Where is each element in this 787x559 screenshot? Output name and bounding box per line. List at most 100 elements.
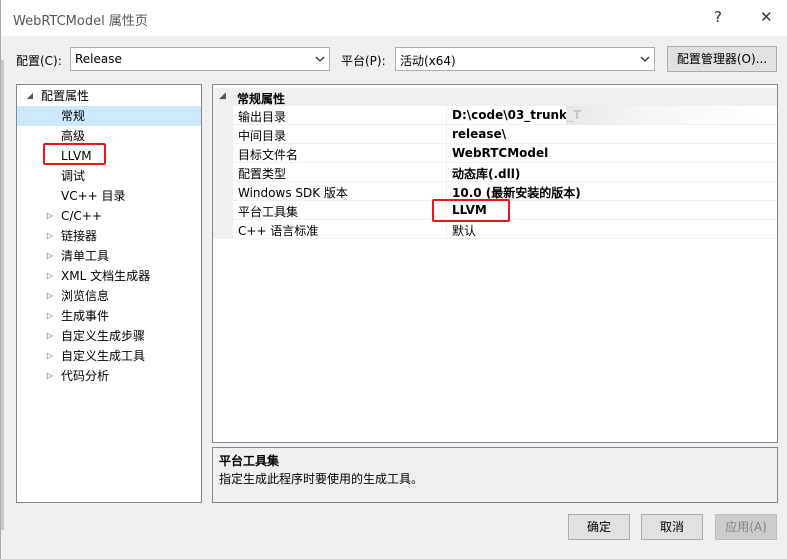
chevron-down-icon [315,56,325,62]
redacted-path [566,106,766,125]
property-value[interactable]: 动态库(.dll) [452,165,520,182]
property-name: Windows SDK 版本 [238,186,348,200]
tree-item-label: 常规 [61,109,86,123]
property-row[interactable]: 输出目录 D:\code\03_trunk_T [213,106,777,125]
tree-item-label: 链接器 [61,229,98,243]
tree-item-label: LLVM [61,149,92,163]
property-value[interactable]: release\ [452,127,506,141]
collapse-icon[interactable]: ◢ [25,86,35,106]
tree-item[interactable]: ▷ 自定义生成工具 [17,346,201,366]
property-row[interactable]: 配置类型 动态库(.dll) [213,163,777,182]
tree-item[interactable]: ▷ 自定义生成步骤 [17,326,201,346]
property-name: 中间目录 [238,129,287,143]
property-name: 输出目录 [238,110,287,124]
platform-select[interactable]: 活动(x64) [395,47,655,71]
tree-item-label: XML 文档生成器 [61,269,151,283]
expand-icon[interactable]: ▷ [45,366,55,386]
property-row[interactable]: 目标文件名 WebRTCModel [213,144,777,163]
expand-icon[interactable]: ▷ [45,286,55,306]
tree-item[interactable]: 常规 [17,106,201,126]
tree-item-label: VC++ 目录 [61,189,126,203]
title-bar: WebRTCModel 属性页 ? ✕ [1,0,787,36]
tree-item-label: 调试 [61,169,86,183]
property-row[interactable]: 中间目录 release\ [213,125,777,144]
close-button[interactable]: ✕ [760,8,773,26]
tree-item[interactable]: ▷ 浏览信息 [17,286,201,306]
tree-item[interactable]: ▷ 清单工具 [17,246,201,266]
property-value[interactable]: 10.0 (最新安装的版本) [452,184,581,201]
description-text: 指定生成此程序时要使用的生成工具。 [219,472,424,486]
help-button[interactable]: ? [714,8,722,26]
expand-icon[interactable]: ▷ [45,306,55,326]
tree-item[interactable]: ▷ C/C++ [17,206,201,226]
property-name: 目标文件名 [238,148,299,162]
ok-button[interactable]: 确定 [568,514,630,540]
column-divider[interactable] [446,220,447,239]
expand-icon[interactable]: ▷ [45,226,55,246]
description-pane: 平台工具集 指定生成此程序时要使用的生成工具。 [212,447,778,503]
column-divider[interactable] [446,125,447,144]
platform-select-value: 活动(x64) [400,54,456,68]
expand-icon[interactable]: ▷ [45,206,55,226]
column-divider[interactable] [446,201,447,220]
property-row[interactable]: 平台工具集 LLVM [213,201,777,220]
apply-button[interactable]: 应用(A) [715,514,777,540]
config-manager-button[interactable]: 配置管理器(O)... [667,46,777,72]
window-title: WebRTCModel 属性页 [13,14,148,29]
property-pages-dialog: WebRTCModel 属性页 ? ✕ 配置(C): Release 平台(P)… [0,0,787,559]
row-gutter [213,163,233,182]
tree-item[interactable]: VC++ 目录 [17,186,201,206]
row-gutter [213,144,233,163]
column-divider[interactable] [446,182,447,201]
cancel-button[interactable]: 取消 [641,514,703,540]
description-title: 平台工具集 [219,454,280,468]
property-row[interactable]: Windows SDK 版本 10.0 (最新安装的版本) [213,182,777,201]
property-value[interactable]: LLVM [452,203,487,217]
window-edge [1,60,4,530]
row-gutter [213,125,233,144]
tree-item-label: 浏览信息 [61,289,110,303]
platform-label: 平台(P): [341,54,386,68]
tree-item-label: C/C++ [61,209,102,223]
config-select[interactable]: Release [70,47,330,71]
config-select-value: Release [75,52,122,66]
property-value[interactable]: 默认 [452,222,476,239]
tree-root-label: 配置属性 [41,89,90,103]
property-value[interactable]: WebRTCModel [452,146,548,160]
property-name: 配置类型 [238,167,287,181]
tree-item-label: 自定义生成步骤 [61,329,146,343]
expand-icon[interactable]: ▷ [45,326,55,346]
tree-item[interactable]: 调试 [17,166,201,186]
row-gutter [213,182,233,201]
tree-item[interactable]: LLVM [17,146,201,166]
tree-item[interactable]: 高级 [17,126,201,146]
column-divider[interactable] [446,144,447,163]
tree-item[interactable]: ▷ 生成事件 [17,306,201,326]
expand-icon[interactable]: ▷ [45,346,55,366]
category-header[interactable]: ◢ 常规属性 [213,88,777,106]
property-name: C++ 语言标准 [238,224,319,238]
property-value[interactable]: D:\code\03_trunk_T [452,108,581,122]
category-title: 常规属性 [237,92,286,106]
property-row[interactable]: C++ 语言标准 默认 [213,220,777,239]
property-grid[interactable]: ◢ 常规属性 输出目录 D:\code\03_trunk_T 中间目录 release… [212,84,778,443]
tree-item-label: 代码分析 [61,369,110,383]
tree-item-label: 自定义生成工具 [61,349,146,363]
tree-item-label: 高级 [61,129,86,143]
expand-icon[interactable]: ▷ [45,246,55,266]
column-divider[interactable] [446,106,447,125]
row-gutter [213,220,233,239]
row-gutter [213,201,233,220]
tree-item[interactable]: ▷ 代码分析 [17,366,201,386]
column-divider[interactable] [446,163,447,182]
expand-icon[interactable]: ▷ [45,266,55,286]
tree-item-label: 生成事件 [61,309,110,323]
tree-root-config-properties[interactable]: ◢ 配置属性 [17,86,201,106]
property-tree[interactable]: ◢ 配置属性 常规 高级 LLVM 调试 VC++ 目录 ▷ C/C++ ▷ 链接器 ▷ 清单工具 ▷ XM… [16,84,202,503]
tree-item[interactable]: ▷ XML 文档生成器 [17,266,201,286]
collapse-icon[interactable]: ◢ [219,91,226,101]
tree-item[interactable]: ▷ 链接器 [17,226,201,246]
property-name: 平台工具集 [238,205,299,219]
config-label: 配置(C): [16,54,62,68]
row-gutter [213,106,233,125]
